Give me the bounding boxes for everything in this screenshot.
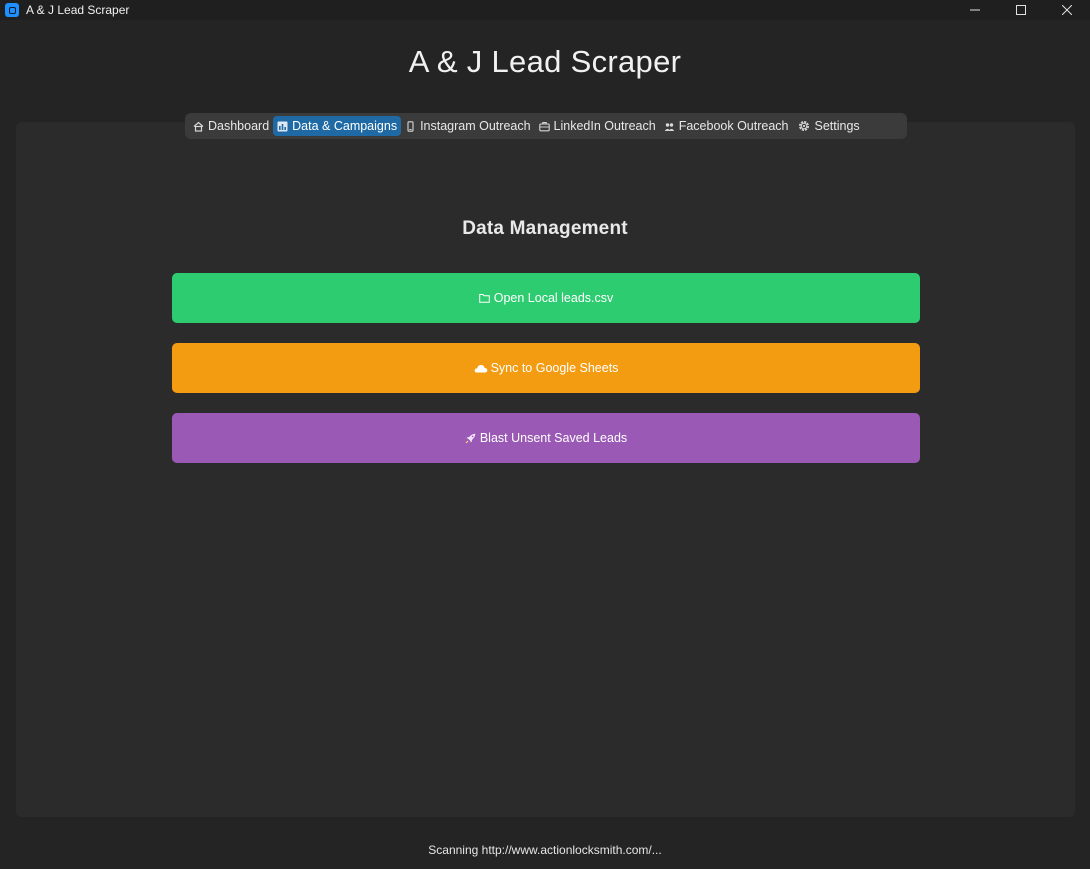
- open-local-leads-button[interactable]: Open Local leads.csv: [172, 273, 920, 323]
- people-icon: [664, 121, 675, 132]
- tab-bar: Dashboard Data & Campaigns Instagram Out…: [185, 113, 907, 139]
- minimize-icon: [970, 9, 980, 11]
- sync-google-sheets-button[interactable]: Sync to Google Sheets: [172, 343, 920, 393]
- briefcase-icon: [538, 121, 550, 132]
- tab-label: Facebook Outreach: [678, 119, 789, 133]
- window-controls: [952, 0, 1090, 20]
- tab-data-campaigns[interactable]: Data & Campaigns: [273, 116, 402, 136]
- maximize-icon: [1016, 5, 1026, 15]
- bar-chart-icon: [277, 121, 288, 132]
- app-icon: [5, 3, 19, 17]
- tab-label: LinkedIn Outreach: [553, 119, 656, 133]
- tab-label: Instagram Outreach: [420, 119, 531, 133]
- section-title: Data Management: [462, 218, 628, 239]
- tab-facebook-outreach[interactable]: Facebook Outreach: [660, 116, 793, 136]
- window-titlebar: A & J Lead Scraper: [0, 0, 1090, 20]
- gear-icon: [797, 119, 811, 133]
- blast-unsent-leads-button[interactable]: Blast Unsent Saved Leads: [172, 413, 920, 463]
- tab-label: Settings: [814, 119, 860, 133]
- maximize-button[interactable]: [998, 0, 1044, 20]
- house-icon: [193, 121, 204, 132]
- window-title: A & J Lead Scraper: [26, 3, 130, 17]
- phone-icon: [405, 120, 416, 132]
- cloud-icon: [474, 362, 488, 374]
- button-label: Sync to Google Sheets: [490, 361, 619, 375]
- button-label: Blast Unsent Saved Leads: [479, 431, 628, 445]
- folder-icon: [479, 292, 491, 304]
- status-text: Scanning http://www.actionlocksmith.com/…: [428, 843, 662, 857]
- tab-instagram-outreach[interactable]: Instagram Outreach: [401, 116, 534, 136]
- rocket-icon: [465, 432, 477, 444]
- app-title: A & J Lead Scraper: [408, 44, 682, 79]
- button-label: Open Local leads.csv: [493, 291, 614, 305]
- close-button[interactable]: [1044, 0, 1090, 20]
- tab-settings[interactable]: Settings: [793, 116, 864, 136]
- tab-linkedin-outreach[interactable]: LinkedIn Outreach: [535, 116, 660, 136]
- tab-label: Data & Campaigns: [292, 119, 398, 133]
- tab-label: Dashboard: [208, 119, 270, 133]
- minimize-button[interactable]: [952, 0, 998, 20]
- close-icon: [1062, 5, 1072, 15]
- tab-dashboard[interactable]: Dashboard: [189, 116, 273, 136]
